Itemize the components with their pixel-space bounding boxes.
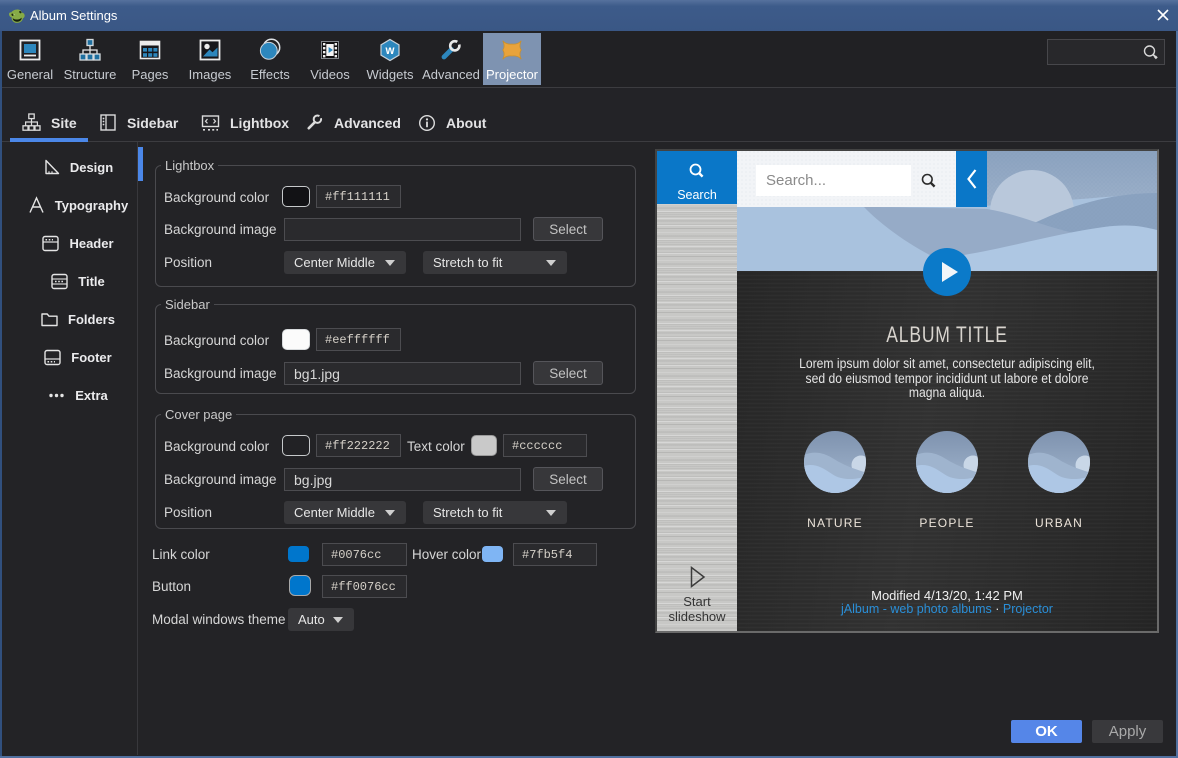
svg-text:w: w bbox=[385, 45, 395, 57]
